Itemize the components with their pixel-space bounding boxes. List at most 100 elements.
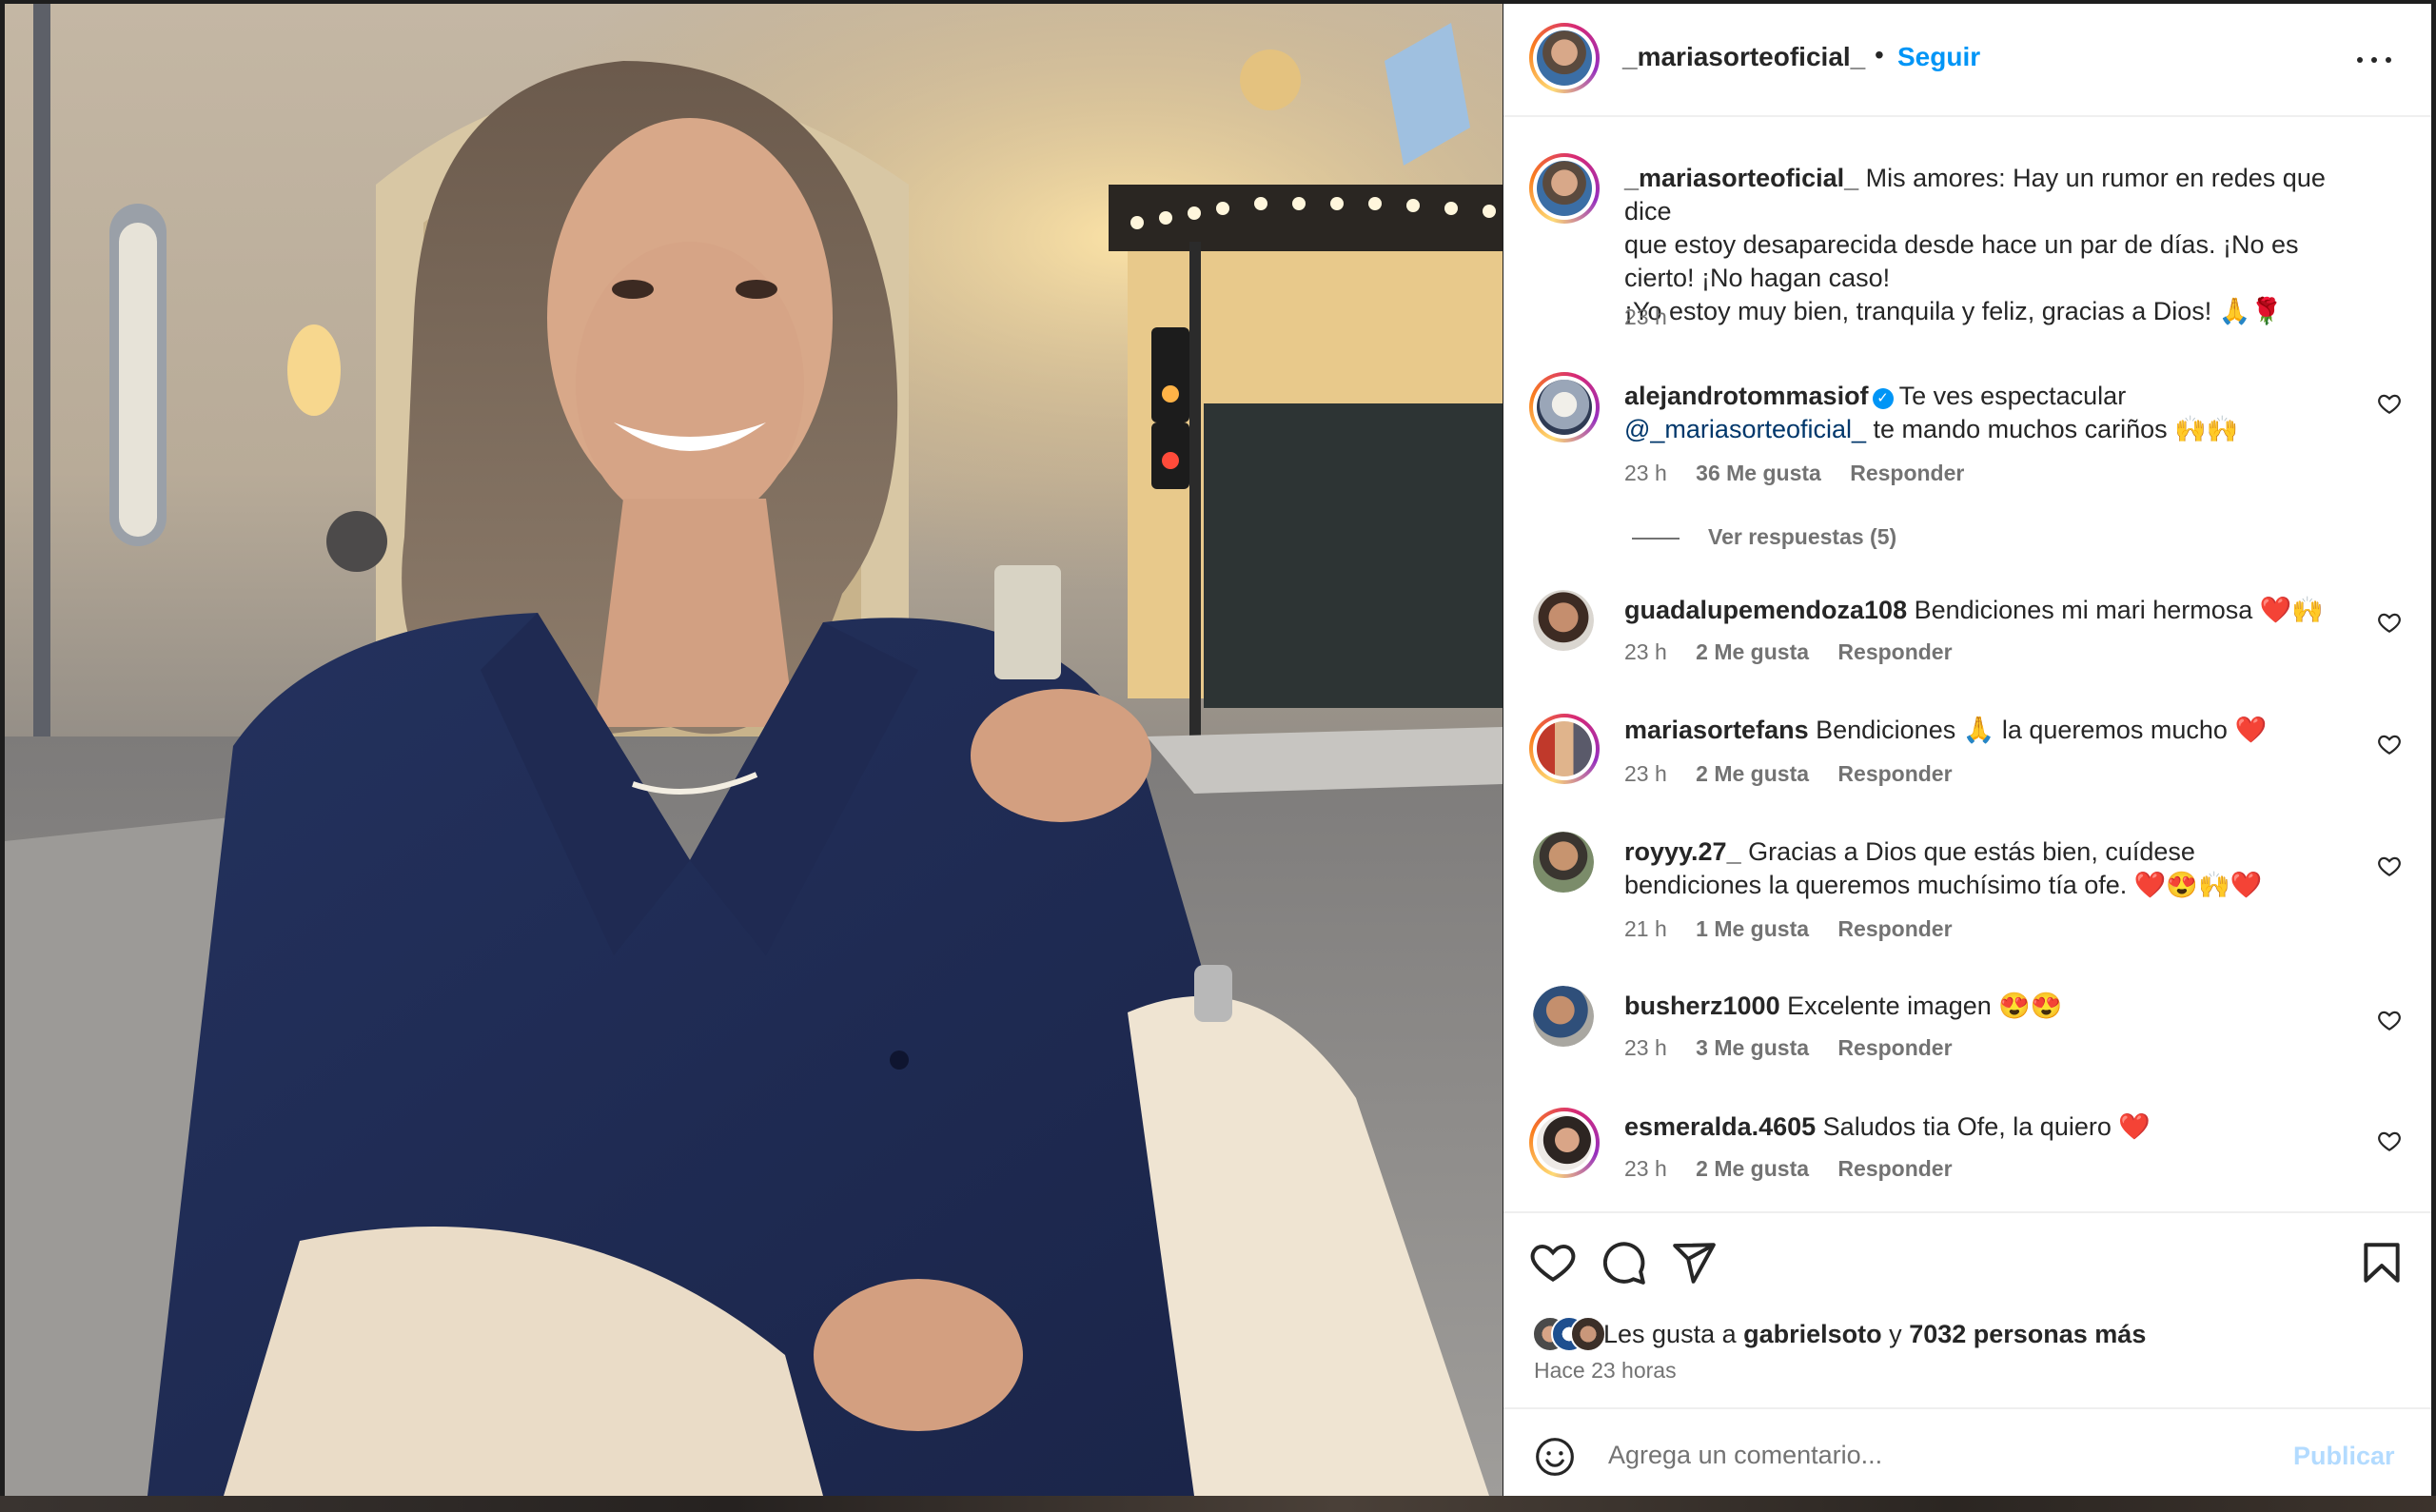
reply-button[interactable]: Responder: [1837, 1035, 1952, 1060]
follow-button[interactable]: Seguir: [1897, 42, 1980, 72]
emoji-icon[interactable]: [1534, 1436, 1576, 1478]
comment-mention[interactable]: @_mariasorteoficial_: [1624, 415, 1866, 443]
comment-line-2: bendiciones la queremos muchísimo tía of…: [1624, 871, 2263, 899]
comment-username[interactable]: alejandrotommasiof: [1624, 382, 1869, 410]
post-photo[interactable]: [5, 4, 1503, 1496]
reply-button[interactable]: Responder: [1837, 916, 1952, 941]
comment-line-1: Gracias a Dios que estás bien, cuídese: [1748, 837, 2195, 866]
comment-body: Bendiciones mi mari hermosa ❤️🙌: [1914, 596, 2324, 624]
comment-meta: 23 h 2 Me gusta Responder: [1624, 639, 1953, 665]
comment-body: Bendiciones 🙏 la queremos mucho ❤️: [1816, 716, 2268, 744]
likes-user[interactable]: gabrielsoto: [1743, 1320, 1882, 1348]
view-replies-button[interactable]: Ver respuestas (5): [1708, 524, 1896, 550]
comment-avatar[interactable]: [1533, 986, 1594, 1047]
post-actions: Les gusta a gabrielsoto y 7032 personas …: [1503, 1211, 2431, 1409]
likes-joiner: y: [1889, 1320, 1902, 1348]
comment-like-heart-icon[interactable]: [2377, 391, 2402, 416]
comment-item: guadalupemendoza108 Bendiciones mi mari …: [1503, 587, 2431, 701]
comment-like-heart-icon[interactable]: [2377, 610, 2402, 635]
comment-time: 23 h: [1624, 639, 1667, 664]
caption-avatar[interactable]: [1529, 153, 1600, 224]
comment-item: busherz1000 Excelente imagen 😍😍 23 h 3 M…: [1503, 983, 2431, 1097]
reply-button[interactable]: Responder: [1837, 761, 1952, 786]
comment-likes[interactable]: 2 Me gusta: [1696, 639, 1809, 664]
heart-icon[interactable]: [1529, 1239, 1577, 1286]
comment-likes[interactable]: 2 Me gusta: [1696, 761, 1809, 786]
verified-badge-icon: ✓: [1872, 388, 1894, 409]
comment-username[interactable]: royyy.27_: [1624, 837, 1741, 866]
comment-likes[interactable]: 3 Me gusta: [1696, 1035, 1809, 1060]
add-comment-bar: Publicar: [1503, 1407, 2431, 1498]
photo-illustration: [5, 4, 1503, 1496]
comment-avatar[interactable]: [1529, 1108, 1600, 1178]
comments-list[interactable]: _mariasorteoficial_ Mis amores: Hay un r…: [1503, 117, 2431, 1211]
comment-time: 23 h: [1624, 461, 1667, 485]
comment-item: alejandrotommasiof ✓ Te ves espectacular @…: [1503, 366, 2431, 519]
more-options-icon[interactable]: [2355, 40, 2393, 78]
post-time-ago[interactable]: Hace 23 horas: [1534, 1358, 1677, 1384]
post-caption: _mariasorteoficial_ Mis amores: Hay un r…: [1503, 117, 2431, 336]
comment-icon[interactable]: [1600, 1239, 1647, 1286]
liker-avatar[interactable]: [1570, 1316, 1606, 1352]
comment-time: 23 h: [1624, 1156, 1667, 1181]
send-icon[interactable]: [1670, 1239, 1718, 1286]
comment-body: Saludos tia Ofe, la quiero ❤️: [1822, 1112, 2151, 1141]
comment-text: alejandrotommasiof ✓ Te ves espectacular @…: [1624, 380, 2357, 446]
comment-like-heart-icon[interactable]: [2377, 732, 2402, 756]
post-details-panel: _mariasorteoficial_ • Seguir _mariasorte…: [1503, 4, 2431, 1496]
comment-meta: 21 h 1 Me gusta Responder: [1624, 916, 1953, 942]
comment-text: royyy.27_ Gracias a Dios que estás bien,…: [1624, 835, 2357, 902]
comment-text: esmeralda.4605 Saludos tia Ofe, la quier…: [1624, 1110, 2357, 1144]
comment-item: mariasortefans Bendiciones 🙏 la queremos…: [1503, 707, 2431, 821]
comment-meta: 23 h 2 Me gusta Responder: [1624, 761, 1953, 787]
comment-text-b: te mando muchos cariños 🙌🙌: [1873, 415, 2239, 443]
comment-avatar[interactable]: [1529, 372, 1600, 442]
author-username[interactable]: _mariasorteoficial_: [1622, 42, 1865, 72]
comment-avatar[interactable]: [1529, 714, 1600, 784]
author-avatar[interactable]: [1529, 23, 1600, 93]
reply-button[interactable]: Responder: [1850, 461, 1964, 485]
caption-text: _mariasorteoficial_ Mis amores: Hay un r…: [1624, 162, 2357, 328]
view-replies-line: [1632, 538, 1680, 540]
comment-avatar[interactable]: [1533, 590, 1594, 651]
likes-others[interactable]: 7032 personas más: [1909, 1320, 2146, 1348]
reply-button[interactable]: Responder: [1837, 639, 1952, 664]
caption-line-4: ¡Yo estoy muy bien, tranquila y feliz, g…: [1624, 297, 2284, 325]
comment-meta: 23 h 36 Me gusta Responder: [1624, 461, 1964, 486]
reply-button[interactable]: Responder: [1837, 1156, 1952, 1181]
comment-username[interactable]: mariasortefans: [1624, 716, 1809, 744]
comment-likes[interactable]: 2 Me gusta: [1696, 1156, 1809, 1181]
caption-line-2: que estoy desaparecida desde hace un par…: [1624, 230, 2299, 259]
comment-input[interactable]: [1606, 1430, 2257, 1480]
caption-line-3: cierto! ¡No hagan caso!: [1624, 264, 1891, 292]
comment-item: royyy.27_ Gracias a Dios que estás bien,…: [1503, 829, 2431, 981]
comment-item: esmeralda.4605 Saludos tia Ofe, la quier…: [1503, 1104, 2431, 1218]
comment-username[interactable]: busherz1000: [1624, 992, 1780, 1020]
comment-text-a: Te ves espectacular: [1898, 382, 2127, 410]
comment-likes[interactable]: 36 Me gusta: [1696, 461, 1821, 485]
comment-likes[interactable]: 1 Me gusta: [1696, 916, 1809, 941]
header-separator: •: [1875, 40, 1884, 69]
likes-prefix: Les gusta a: [1603, 1320, 1737, 1348]
likes-summary[interactable]: Les gusta a gabrielsoto y 7032 personas …: [1603, 1320, 2146, 1349]
comment-avatar[interactable]: [1533, 832, 1594, 893]
comment-text: mariasortefans Bendiciones 🙏 la queremos…: [1624, 714, 2357, 747]
comment-like-heart-icon[interactable]: [2377, 854, 2402, 878]
comment-time: 21 h: [1624, 916, 1667, 941]
comment-username[interactable]: guadalupemendoza108: [1624, 596, 1907, 624]
caption-time: 23 h: [1624, 304, 1667, 329]
post-header: _mariasorteoficial_ • Seguir: [1503, 4, 2431, 117]
comment-meta: 23 h 2 Me gusta Responder: [1624, 1156, 1953, 1182]
comment-time: 23 h: [1624, 1035, 1667, 1060]
background-strip: [0, 1496, 2436, 1512]
bookmark-icon[interactable]: [2358, 1239, 2406, 1286]
comment-like-heart-icon[interactable]: [2377, 1129, 2402, 1153]
comment-text: busherz1000 Excelente imagen 😍😍: [1624, 990, 2357, 1023]
comment-meta: 23 h 3 Me gusta Responder: [1624, 1035, 1953, 1061]
caption-username[interactable]: _mariasorteoficial_: [1624, 164, 1858, 192]
comment-like-heart-icon[interactable]: [2377, 1008, 2402, 1032]
comment-username[interactable]: esmeralda.4605: [1624, 1112, 1816, 1141]
comment-time: 23 h: [1624, 761, 1667, 786]
comment-text: guadalupemendoza108 Bendiciones mi mari …: [1624, 594, 2357, 627]
publish-button[interactable]: Publicar: [2293, 1442, 2395, 1471]
